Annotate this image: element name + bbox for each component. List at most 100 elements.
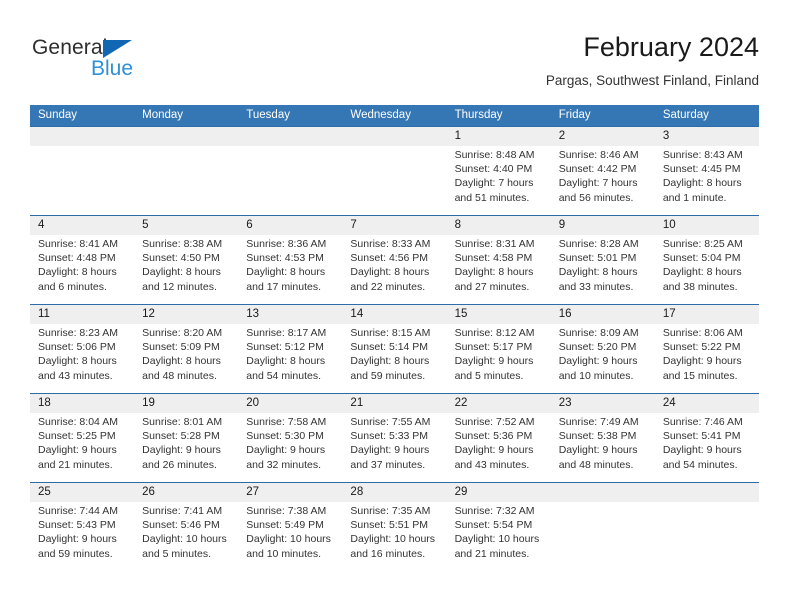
sunset-text: Sunset: 5:17 PM xyxy=(454,341,533,354)
daylight-text-line1: Daylight: 8 hours xyxy=(246,266,326,279)
sunset-text: Sunset: 5:51 PM xyxy=(350,519,429,532)
daylight-text-line2: and 17 minutes. xyxy=(246,280,321,293)
day-cell[interactable]: 24 Sunrise: 7:46 AM Sunset: 5:41 PM Dayl… xyxy=(655,394,759,482)
day-cell[interactable]: 21 Sunrise: 7:55 AM Sunset: 5:33 PM Dayl… xyxy=(342,394,446,482)
daylight-text-line1: Daylight: 9 hours xyxy=(38,533,117,546)
sunset-text: Sunset: 5:33 PM xyxy=(350,430,429,443)
day-cell[interactable]: 2 Sunrise: 8:46 AM Sunset: 4:42 PM Dayli… xyxy=(551,127,655,215)
day-cell[interactable]: 14 Sunrise: 8:15 AM Sunset: 5:14 PM Dayl… xyxy=(342,305,446,393)
day-cell[interactable]: 6 Sunrise: 8:36 AM Sunset: 4:53 PM Dayli… xyxy=(238,216,342,304)
day-details: Sunrise: 8:15 AM Sunset: 5:14 PM Dayligh… xyxy=(350,326,438,383)
day-cell[interactable]: 22 Sunrise: 7:52 AM Sunset: 5:36 PM Dayl… xyxy=(447,394,551,482)
day-cell[interactable]: 9 Sunrise: 8:28 AM Sunset: 5:01 PM Dayli… xyxy=(551,216,655,304)
daylight-text-line2: and 38 minutes. xyxy=(662,280,738,293)
sunset-text: Sunset: 5:09 PM xyxy=(142,341,220,354)
day-details: Sunrise: 8:12 AM Sunset: 5:17 PM Dayligh… xyxy=(455,326,543,383)
day-details: Sunrise: 8:31 AM Sunset: 4:58 PM Dayligh… xyxy=(455,237,543,294)
day-number: 28 xyxy=(350,486,364,498)
sunset-text: Sunset: 4:50 PM xyxy=(142,252,220,265)
day-number: 11 xyxy=(38,308,50,320)
sunrise-text: Sunrise: 8:17 AM xyxy=(246,327,327,339)
day-cell[interactable]: 12 Sunrise: 8:20 AM Sunset: 5:09 PM Dayl… xyxy=(134,305,238,393)
daylight-text-line1: Daylight: 9 hours xyxy=(38,444,117,457)
sunset-text: Sunset: 5:06 PM xyxy=(38,341,116,354)
day-cell[interactable]: 27 Sunrise: 7:38 AM Sunset: 5:49 PM Dayl… xyxy=(238,483,342,571)
sunset-text: Sunset: 5:38 PM xyxy=(558,430,637,443)
daylight-text-line2: and 51 minutes. xyxy=(454,191,530,204)
general-blue-logo[interactable]: General Blue xyxy=(32,36,222,92)
day-details: Sunrise: 8:17 AM Sunset: 5:12 PM Dayligh… xyxy=(246,326,334,383)
sunrise-text: Sunrise: 7:58 AM xyxy=(246,416,327,428)
sunset-text: Sunset: 5:01 PM xyxy=(558,252,637,265)
sunrise-text: Sunrise: 7:41 AM xyxy=(142,505,223,517)
daylight-text-line2: and 27 minutes. xyxy=(454,280,530,293)
day-cell[interactable]: 15 Sunrise: 8:12 AM Sunset: 5:17 PM Dayl… xyxy=(447,305,551,393)
day-cell xyxy=(238,127,342,215)
day-details: Sunrise: 7:41 AM Sunset: 5:46 PM Dayligh… xyxy=(142,504,230,561)
day-cell[interactable]: 17 Sunrise: 8:06 AM Sunset: 5:22 PM Dayl… xyxy=(655,305,759,393)
day-cell[interactable]: 25 Sunrise: 7:44 AM Sunset: 5:43 PM Dayl… xyxy=(30,483,134,571)
day-number: 3 xyxy=(662,130,670,142)
daylight-text-line2: and 15 minutes. xyxy=(662,369,738,382)
day-cell[interactable]: 1 Sunrise: 8:48 AM Sunset: 4:40 PM Dayli… xyxy=(447,127,551,215)
day-cell[interactable]: 28 Sunrise: 7:35 AM Sunset: 5:51 PM Dayl… xyxy=(342,483,446,571)
masthead: General Blue February 2024 Pargas, South… xyxy=(30,30,759,98)
sunrise-text: Sunrise: 8:15 AM xyxy=(350,327,431,339)
day-number: 4 xyxy=(38,219,45,231)
day-cell xyxy=(551,483,655,571)
day-details: Sunrise: 8:09 AM Sunset: 5:20 PM Dayligh… xyxy=(559,326,647,383)
day-number: 16 xyxy=(558,308,572,320)
daylight-text-line2: and 1 minute. xyxy=(662,191,727,204)
day-cell[interactable]: 5 Sunrise: 8:38 AM Sunset: 4:50 PM Dayli… xyxy=(134,216,238,304)
sunrise-text: Sunrise: 8:31 AM xyxy=(454,238,535,250)
day-cell[interactable]: 3 Sunrise: 8:43 AM Sunset: 4:45 PM Dayli… xyxy=(655,127,759,215)
sunrise-text: Sunrise: 8:28 AM xyxy=(558,238,639,250)
daylight-text-line1: Daylight: 8 hours xyxy=(454,266,534,279)
day-cell[interactable]: 19 Sunrise: 8:01 AM Sunset: 5:28 PM Dayl… xyxy=(134,394,238,482)
daylight-text-line1: Daylight: 8 hours xyxy=(38,355,117,368)
day-details: Sunrise: 8:48 AM Sunset: 4:40 PM Dayligh… xyxy=(455,148,543,205)
sunset-text: Sunset: 4:58 PM xyxy=(454,252,533,265)
sunset-text: Sunset: 4:42 PM xyxy=(558,163,637,176)
daylight-text-line2: and 48 minutes. xyxy=(142,369,217,382)
sunset-text: Sunset: 5:41 PM xyxy=(662,430,741,443)
day-cell[interactable]: 26 Sunrise: 7:41 AM Sunset: 5:46 PM Dayl… xyxy=(134,483,238,571)
sunset-text: Sunset: 5:36 PM xyxy=(454,430,533,443)
day-cell[interactable]: 16 Sunrise: 8:09 AM Sunset: 5:20 PM Dayl… xyxy=(551,305,655,393)
sunrise-text: Sunrise: 7:49 AM xyxy=(558,416,639,428)
day-cell[interactable]: 8 Sunrise: 8:31 AM Sunset: 4:58 PM Dayli… xyxy=(447,216,551,304)
day-details: Sunrise: 8:41 AM Sunset: 4:48 PM Dayligh… xyxy=(38,237,126,294)
daylight-text-line2: and 43 minutes. xyxy=(454,458,530,471)
day-cell[interactable]: 7 Sunrise: 8:33 AM Sunset: 4:56 PM Dayli… xyxy=(342,216,446,304)
sunrise-text: Sunrise: 8:43 AM xyxy=(662,149,743,161)
day-number: 24 xyxy=(662,397,676,409)
week-row: 25 Sunrise: 7:44 AM Sunset: 5:43 PM Dayl… xyxy=(30,482,759,571)
daylight-text-line2: and 5 minutes. xyxy=(454,369,524,382)
day-details: Sunrise: 8:38 AM Sunset: 4:50 PM Dayligh… xyxy=(142,237,230,294)
daylight-text-line2: and 10 minutes. xyxy=(246,547,321,560)
day-cell[interactable]: 29 Sunrise: 7:32 AM Sunset: 5:54 PM Dayl… xyxy=(447,483,551,571)
day-number: 22 xyxy=(454,397,468,409)
day-number: 25 xyxy=(38,486,51,498)
day-cell[interactable]: 23 Sunrise: 7:49 AM Sunset: 5:38 PM Dayl… xyxy=(551,394,655,482)
day-details: Sunrise: 7:44 AM Sunset: 5:43 PM Dayligh… xyxy=(38,504,126,561)
day-cell xyxy=(342,127,446,215)
day-details: Sunrise: 8:20 AM Sunset: 5:09 PM Dayligh… xyxy=(142,326,230,383)
daylight-text-line1: Daylight: 10 hours xyxy=(454,533,540,546)
day-number: 6 xyxy=(246,219,253,231)
day-cell[interactable]: 20 Sunrise: 7:58 AM Sunset: 5:30 PM Dayl… xyxy=(238,394,342,482)
day-details: Sunrise: 8:23 AM Sunset: 5:06 PM Dayligh… xyxy=(38,326,126,383)
daylight-text-line1: Daylight: 9 hours xyxy=(662,355,742,368)
day-cell[interactable]: 13 Sunrise: 8:17 AM Sunset: 5:12 PM Dayl… xyxy=(238,305,342,393)
sunset-text: Sunset: 4:56 PM xyxy=(350,252,429,265)
day-cell[interactable]: 18 Sunrise: 8:04 AM Sunset: 5:25 PM Dayl… xyxy=(30,394,134,482)
daylight-text-line1: Daylight: 8 hours xyxy=(558,266,638,279)
day-cell[interactable]: 10 Sunrise: 8:25 AM Sunset: 5:04 PM Dayl… xyxy=(655,216,759,304)
day-cell[interactable]: 11 Sunrise: 8:23 AM Sunset: 5:06 PM Dayl… xyxy=(30,305,134,393)
daylight-text-line2: and 59 minutes. xyxy=(350,369,426,382)
day-number: 27 xyxy=(246,486,260,498)
day-cell[interactable]: 4 Sunrise: 8:41 AM Sunset: 4:48 PM Dayli… xyxy=(30,216,134,304)
day-number: 17 xyxy=(662,308,676,320)
logo-text-blue: Blue xyxy=(91,57,134,80)
daylight-text-line1: Daylight: 9 hours xyxy=(558,355,638,368)
